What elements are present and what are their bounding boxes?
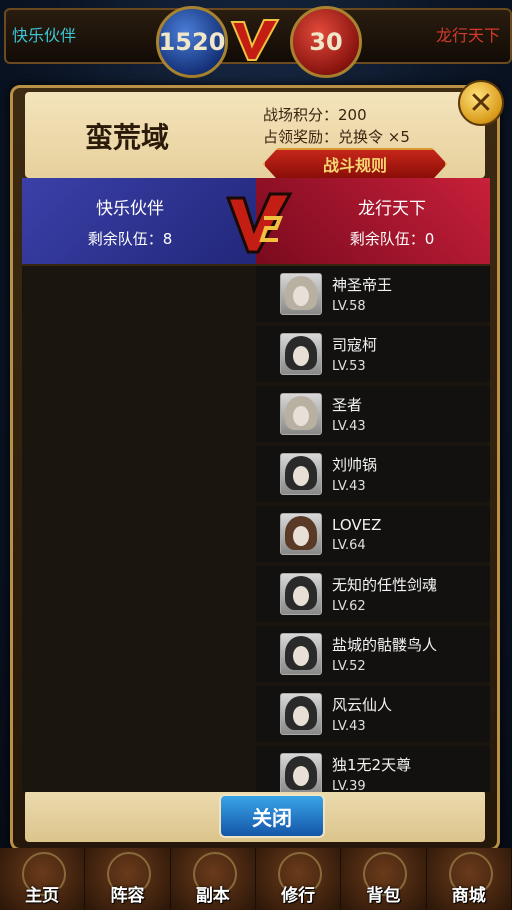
player-name: 刘帅锅 [332,456,378,474]
list-item[interactable]: 独1无2天尊 LV.39 [256,746,490,792]
blue-team-banner [22,178,256,264]
avatar [280,693,322,735]
list-item[interactable]: 无知的任性剑魂 LV.62 [256,566,490,622]
red-team-remaining: 剩余队伍：0 [349,230,435,248]
nav-label: 商城 [451,886,486,906]
blue-team-name: 快乐伙伴 [96,199,164,219]
nav-label: 背包 [366,886,401,906]
nav-item-4[interactable]: 背包 [341,848,427,910]
avatar [280,753,322,792]
nav-label: 修行 [281,886,316,906]
list-item[interactable]: 圣者 LV.43 [256,386,490,442]
battle-points-text: 战场积分：200 [263,106,367,124]
right-team-name: 龙行天下 [435,26,500,45]
player-name: 独1无2天尊 [332,756,412,774]
nav-item-1[interactable]: 阵容 [85,848,171,910]
player-name: 圣者 [332,396,363,414]
nav-item-0[interactable]: 主页 [0,848,86,910]
list-item[interactable]: 风云仙人 LV.43 [256,686,490,742]
avatar [280,453,322,495]
blue-team-remaining: 剩余队伍：8 [87,230,173,248]
red-team-name: 龙行天下 [358,199,426,219]
player-name: 司寇柯 [332,336,378,354]
list-item[interactable]: 刘帅锅 LV.43 [256,446,490,502]
modal-header: 蛮荒域 战场积分：200 占领奖励：兑换令 ×5 战斗规则 [25,92,485,180]
nav-item-5[interactable]: 商城 [426,848,512,910]
avatar [280,573,322,615]
left-score-orb: 1520 [156,6,228,78]
avatar [280,633,322,675]
battle-rules-button[interactable]: 战斗规则 [263,148,447,180]
nav-label: 副本 [195,886,230,906]
vs-icon [230,19,280,61]
modal-footer: 关闭 [25,790,485,842]
versus-panel: 快乐伙伴 剩余队伍：8 龙行天下 剩余队伍：0 [22,178,490,264]
avatar [280,333,322,375]
player-name: 神圣帝王 [332,276,393,294]
list-item[interactable]: 司寇柯 LV.53 [256,326,490,382]
list-item[interactable]: 盐城的骷髅鸟人 LV.52 [256,626,490,682]
bottom-nav: 主页 阵容 副本 修行 背包 商城 [0,848,512,910]
close-icon[interactable]: ✕ [458,80,504,126]
left-team-name: 快乐伙伴 [12,26,77,45]
list-item[interactable]: LOVEZ LV.64 [256,506,490,562]
page-title: 蛮荒域 [85,121,170,154]
player-level: LV.43 [332,479,366,494]
avatar [280,273,322,315]
player-name: 风云仙人 [332,696,393,714]
list-item[interactable]: 神圣帝王 LV.58 [256,266,490,322]
nav-item-2[interactable]: 副本 [170,848,256,910]
player-level: LV.52 [332,659,366,674]
player-level: LV.43 [332,419,366,434]
player-name: 盐城的骷髅鸟人 [332,636,438,654]
occupy-reward-text: 占领奖励：兑换令 ×5 [263,128,410,146]
player-level: LV.53 [332,359,366,374]
right-score-orb: 30 [290,6,362,78]
roster-list-area[interactable]: 神圣帝王 LV.58 司寇柯 LV.53 圣者 LV.43 刘帅锅 LV.43 LOVEZ LV.… [22,266,490,792]
score-bar: 快乐伙伴 1520 30 龙行天下 [0,0,512,80]
player-level: LV.43 [332,719,366,734]
nav-item-3[interactable]: 修行 [255,848,342,910]
vs-emblem-icon [225,192,293,254]
avatar [280,513,322,555]
nav-label: 阵容 [110,886,145,906]
player-level: LV.62 [332,599,366,614]
close-button[interactable]: 关闭 [219,794,325,838]
avatar [280,393,322,435]
player-level: LV.58 [332,299,366,314]
player-name: LOVEZ [332,515,382,534]
player-level: LV.39 [332,779,366,792]
player-level: LV.64 [332,537,366,553]
red-team-roster: 神圣帝王 LV.58 司寇柯 LV.53 圣者 LV.43 刘帅锅 LV.43 LOVEZ LV.… [256,266,490,792]
player-name: 无知的任性剑魂 [332,576,438,594]
nav-label: 主页 [25,886,60,906]
